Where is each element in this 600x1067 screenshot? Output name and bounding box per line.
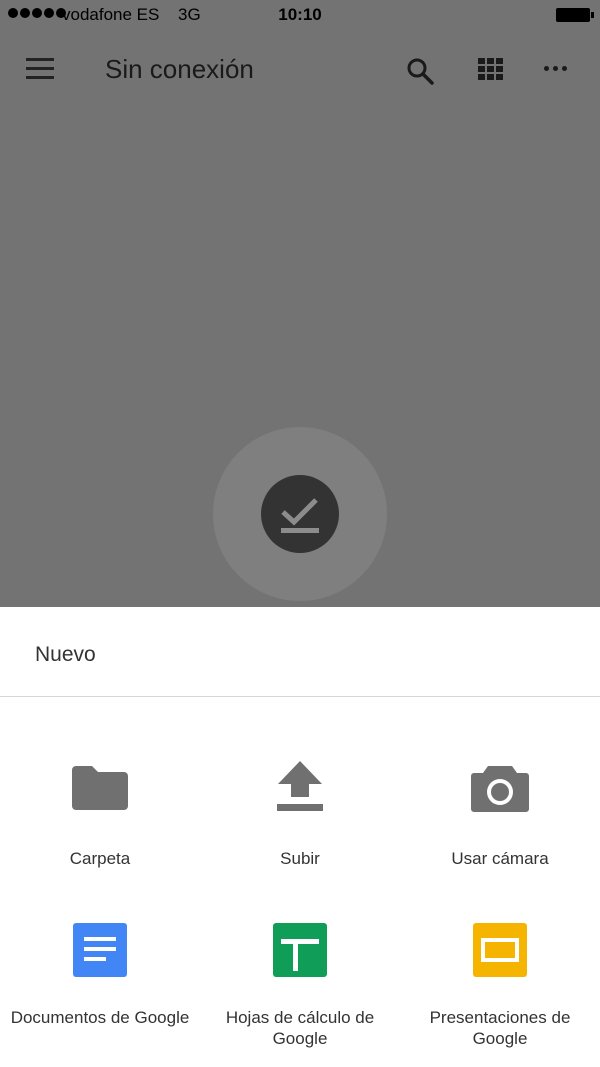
option-label: Hojas de cálculo de Google <box>225 1008 375 1048</box>
option-label: Subir <box>280 849 320 868</box>
upload-button[interactable]: Subir <box>200 757 400 869</box>
search-icon[interactable] <box>405 56 435 86</box>
google-sheets-icon <box>273 923 327 977</box>
option-label: Carpeta <box>69 849 131 868</box>
option-label: Documentos de Google <box>10 1008 190 1027</box>
google-slides-icon <box>473 923 527 977</box>
folder-icon <box>72 766 128 810</box>
status-bar: vodafone ES 3G 10:10 <box>0 0 600 32</box>
menu-icon[interactable] <box>26 58 54 80</box>
new-folder-button[interactable]: Carpeta <box>0 757 200 869</box>
google-docs-button[interactable]: Documentos de Google <box>0 920 200 1028</box>
offline-empty-state <box>213 427 387 601</box>
sheet-title: Nuevo <box>35 643 96 666</box>
use-camera-button[interactable]: Usar cámara <box>400 757 600 869</box>
google-docs-icon <box>73 923 127 977</box>
content-area <box>0 110 600 607</box>
camera-icon <box>471 766 529 812</box>
more-options-icon[interactable] <box>544 66 567 71</box>
new-bottom-sheet: Nuevo Carpeta Subir Usar cámara Document… <box>0 607 600 1067</box>
battery-icon <box>556 8 594 22</box>
upload-icon <box>277 761 323 811</box>
grid-view-icon[interactable] <box>478 58 504 80</box>
page-title: Sin conexión <box>105 54 254 84</box>
clock: 10:10 <box>278 5 322 24</box>
google-slides-button[interactable]: Presentaciones de Google <box>400 920 600 1049</box>
option-label: Usar cámara <box>451 849 549 868</box>
google-sheets-button[interactable]: Hojas de cálculo de Google <box>200 920 400 1049</box>
divider <box>0 696 600 697</box>
option-label: Presentaciones de Google <box>429 1008 571 1048</box>
app-bar: Sin conexión <box>0 32 600 110</box>
offline-check-icon <box>261 475 339 553</box>
